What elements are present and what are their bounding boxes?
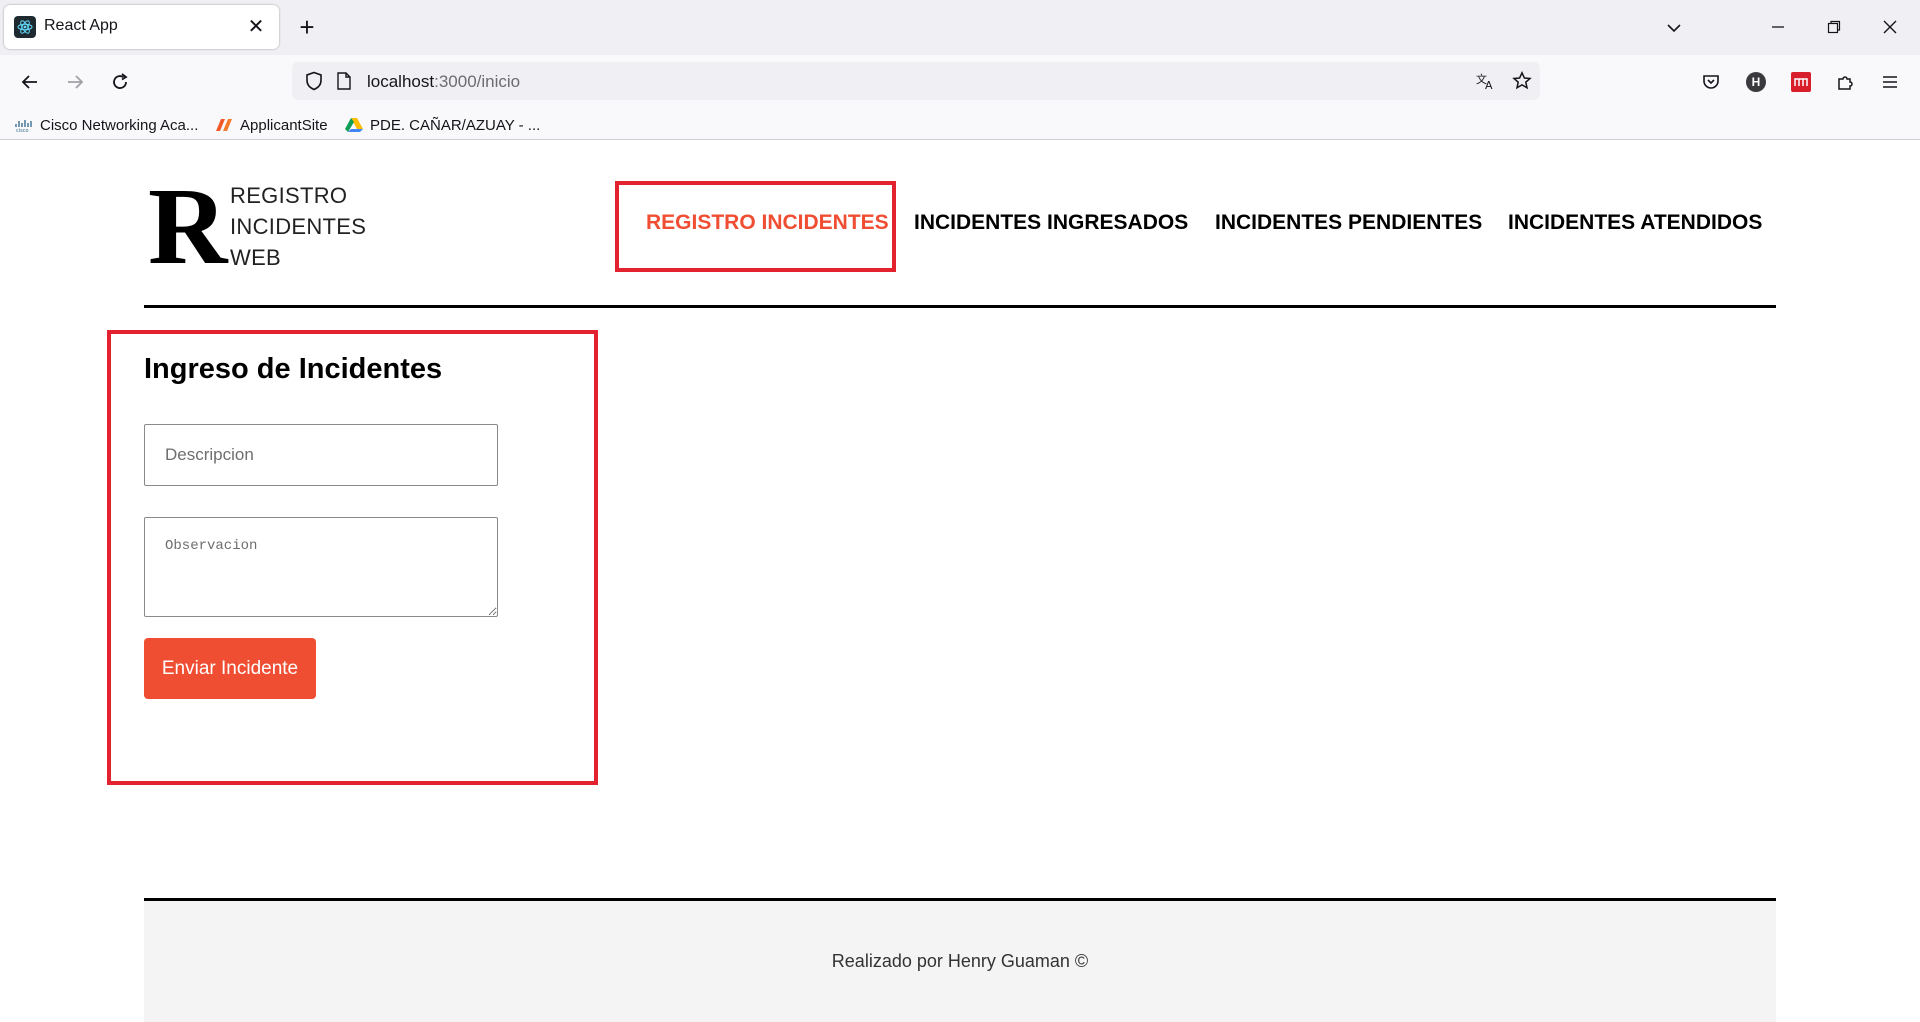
bookmark-applicantsite[interactable]: ApplicantSite xyxy=(214,114,328,136)
url-text[interactable]: localhost:3000/inicio xyxy=(367,72,520,92)
header-divider xyxy=(144,305,1776,308)
tab-title: React App xyxy=(44,17,118,34)
tracking-protection-shield-icon[interactable] xyxy=(298,65,330,97)
svg-text:cisco: cisco xyxy=(16,128,29,132)
reload-icon[interactable] xyxy=(104,66,136,98)
extension-red-icon[interactable] xyxy=(1785,66,1817,98)
logo-line-1: REGISTRO xyxy=(230,183,348,208)
new-tab-button[interactable]: + xyxy=(293,12,321,42)
bookmark-label: Cisco Networking Aca... xyxy=(40,116,199,134)
app-menu-hamburger-icon[interactable] xyxy=(1874,66,1906,98)
profile-avatar-icon[interactable]: H xyxy=(1740,66,1772,98)
footer-credit: Realizado por Henry Guaman © xyxy=(831,951,1089,971)
nav-incidentes-pendientes[interactable]: INCIDENTES PENDIENTES xyxy=(1215,211,1482,235)
page-info-icon[interactable] xyxy=(328,65,360,97)
forward-arrow-icon[interactable] xyxy=(59,66,91,98)
extensions-puzzle-icon[interactable] xyxy=(1830,66,1862,98)
pocket-icon[interactable] xyxy=(1695,66,1727,98)
submit-incident-button[interactable]: Enviar Incidente xyxy=(144,638,316,699)
translate-icon[interactable]: 文A xyxy=(1470,65,1502,97)
close-window-icon[interactable] xyxy=(1872,10,1908,44)
description-input[interactable] xyxy=(144,424,498,486)
nav-incidentes-ingresados[interactable]: INCIDENTES INGRESADOS xyxy=(914,211,1188,235)
bookmark-label: PDE. CAÑAR/AZUAY - ... xyxy=(370,116,541,134)
logo-line-3: WEB xyxy=(230,245,282,270)
google-drive-icon xyxy=(344,117,364,133)
browser-tab-strip: React App ✕ + xyxy=(0,0,1920,55)
react-favicon-icon xyxy=(14,16,36,38)
cisco-icon: cisco xyxy=(14,117,34,133)
bookmarks-toolbar: cisco Cisco Networking Aca... ApplicantS… xyxy=(0,108,1920,140)
minimize-window-icon[interactable] xyxy=(1760,10,1796,44)
bookmark-label: ApplicantSite xyxy=(240,116,328,134)
tab-close-icon[interactable]: ✕ xyxy=(243,13,269,39)
address-bar[interactable]: localhost:3000/inicio 文A xyxy=(292,62,1540,100)
bookmark-pde-canar-azuay[interactable]: PDE. CAÑAR/AZUAY - ... xyxy=(344,114,540,136)
bookmark-cisco[interactable]: cisco Cisco Networking Aca... xyxy=(14,114,198,136)
logo-text: REGISTRO INCIDENTES WEB xyxy=(230,180,366,273)
restore-window-icon[interactable] xyxy=(1816,10,1852,44)
applicantsite-icon xyxy=(214,117,234,133)
svg-text:A: A xyxy=(1485,79,1493,91)
browser-navigation-bar: localhost:3000/inicio 文A H xyxy=(0,55,1920,108)
back-arrow-icon[interactable] xyxy=(14,66,46,98)
page-content: R REGISTRO INCIDENTES WEB REGISTRO INCID… xyxy=(0,141,1920,1022)
nav-registro-incidentes[interactable]: REGISTRO INCIDENTES xyxy=(646,211,889,235)
url-path: :3000/inicio xyxy=(434,72,521,91)
logo-letter: R xyxy=(148,165,228,287)
list-all-tabs-icon[interactable] xyxy=(1660,14,1688,42)
form-title: Ingreso de Incidentes xyxy=(144,353,443,385)
url-host: localhost xyxy=(367,72,435,91)
bookmark-star-icon[interactable] xyxy=(1506,65,1538,97)
logo-line-2: INCIDENTES xyxy=(230,214,367,239)
profile-initial: H xyxy=(1746,72,1766,92)
browser-tab[interactable]: React App ✕ xyxy=(4,5,279,49)
observation-textarea[interactable] xyxy=(144,517,498,617)
footer: Realizado por Henry Guaman © xyxy=(144,898,1776,1022)
nav-incidentes-atendidos[interactable]: INCIDENTES ATENDIDOS xyxy=(1508,211,1762,235)
